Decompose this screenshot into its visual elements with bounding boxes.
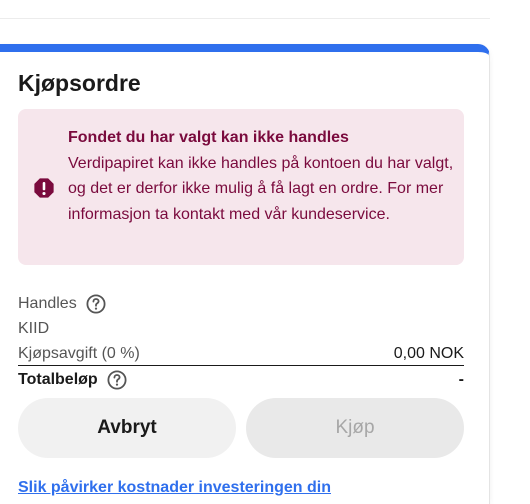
exclamation-circle-icon (34, 178, 54, 198)
alert-title: Fondet du har valgt kan ikke handles (68, 129, 349, 146)
page-title: Kjøpsordre (18, 70, 141, 96)
fee-label: Kjøpsavgift (0 %) (18, 344, 140, 362)
total-value: - (458, 371, 464, 388)
fee-value: 0,00 NOK (393, 344, 464, 362)
fee-row: Kjøpsavgift (0 %) 0,00 NOK (18, 342, 464, 366)
kiid-row: KIID (18, 317, 464, 341)
alert-body: Verdipapiret kan ikke handles på kontoen… (68, 154, 454, 223)
error-alert: Fondet du har valgt kan ikke handles Ver… (18, 109, 464, 265)
order-panel: Kjøpsordre Fondet du har valgt kan ikke … (0, 44, 490, 504)
total-label: Totalbeløp (18, 371, 98, 388)
kiid-label: KIID (18, 320, 50, 337)
handles-label: Handles (18, 295, 77, 312)
help-icon[interactable] (86, 294, 106, 314)
costs-link[interactable]: Slik påvirker kostnader investeringen di… (18, 479, 331, 497)
help-icon[interactable] (107, 370, 127, 390)
buy-button[interactable]: Kjøp (246, 398, 464, 458)
total-row: Totalbeløp - (18, 368, 464, 392)
cancel-button[interactable]: Avbryt (18, 398, 236, 458)
top-divider (0, 18, 490, 19)
handles-row: Handles (18, 292, 464, 316)
